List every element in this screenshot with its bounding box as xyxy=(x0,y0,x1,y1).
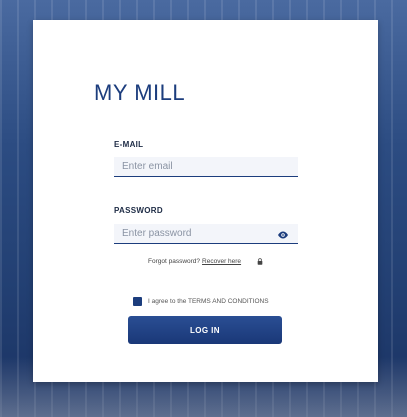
eye-icon[interactable] xyxy=(277,231,289,239)
forgot-text: Forgot password? xyxy=(148,258,201,265)
password-label: PASSWORD xyxy=(114,206,163,215)
login-button[interactable]: LOG IN xyxy=(128,316,282,344)
password-field[interactable] xyxy=(114,224,298,244)
terms-checkbox[interactable] xyxy=(133,297,142,306)
lock-icon xyxy=(257,258,263,265)
recover-link[interactable]: Recover here xyxy=(202,258,241,265)
app-title: MY MILL xyxy=(94,80,186,105)
email-label: E-MAIL xyxy=(114,140,144,149)
email-field[interactable] xyxy=(114,157,298,177)
login-card: MY MILL E-MAIL PASSWORD Forgot password?… xyxy=(33,20,378,382)
terms-label: I agree to the TERMS AND CONDITIONS xyxy=(148,298,269,305)
forgot-password: Forgot password? Recover here xyxy=(148,258,241,265)
